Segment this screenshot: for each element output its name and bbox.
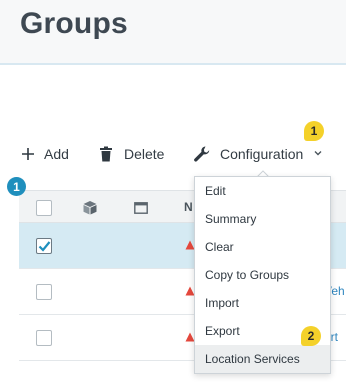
configuration-button-label: Configuration bbox=[220, 146, 304, 162]
row-checkbox[interactable] bbox=[36, 238, 52, 254]
row-checkbox[interactable] bbox=[36, 284, 52, 300]
checkmark-icon bbox=[38, 241, 51, 252]
chevron-down-icon[interactable] bbox=[313, 148, 323, 158]
menu-item-copy-to-groups[interactable]: Copy to Groups bbox=[195, 261, 330, 289]
select-all-checkbox[interactable] bbox=[36, 200, 52, 216]
trash-icon bbox=[100, 146, 112, 162]
menu-item-location-services[interactable]: Location Services bbox=[195, 345, 330, 373]
delete-button[interactable]: Delete bbox=[99, 140, 164, 168]
page-header: Groups bbox=[0, 0, 346, 64]
menu-item-import[interactable]: Import bbox=[195, 289, 330, 317]
name-column-header[interactable]: N bbox=[184, 200, 193, 214]
delete-button-label: Delete bbox=[124, 146, 165, 162]
menu-item-edit[interactable]: Edit bbox=[195, 177, 330, 205]
toolbar: Add Delete Configuration bbox=[0, 140, 346, 168]
add-button-label: Add bbox=[44, 146, 69, 162]
wrench-icon bbox=[194, 146, 210, 162]
step-badge-1-table: 1 bbox=[7, 177, 26, 196]
step-badge-2: 2 bbox=[301, 326, 321, 346]
page-title: Groups bbox=[20, 7, 128, 40]
configuration-button[interactable]: Configuration bbox=[193, 140, 303, 168]
add-button[interactable]: Add bbox=[20, 140, 69, 168]
step-badge-1: 1 bbox=[304, 121, 324, 141]
row-checkbox[interactable] bbox=[36, 330, 52, 346]
groups-page: Groups Add Delete Configuration 1 N Veh … bbox=[0, 0, 346, 386]
cube-icon bbox=[83, 201, 97, 215]
menu-item-summary[interactable]: Summary bbox=[195, 205, 330, 233]
header-divider bbox=[0, 63, 346, 65]
window-icon bbox=[134, 202, 148, 214]
menu-item-clear[interactable]: Clear bbox=[195, 233, 330, 261]
plus-icon bbox=[22, 148, 34, 160]
